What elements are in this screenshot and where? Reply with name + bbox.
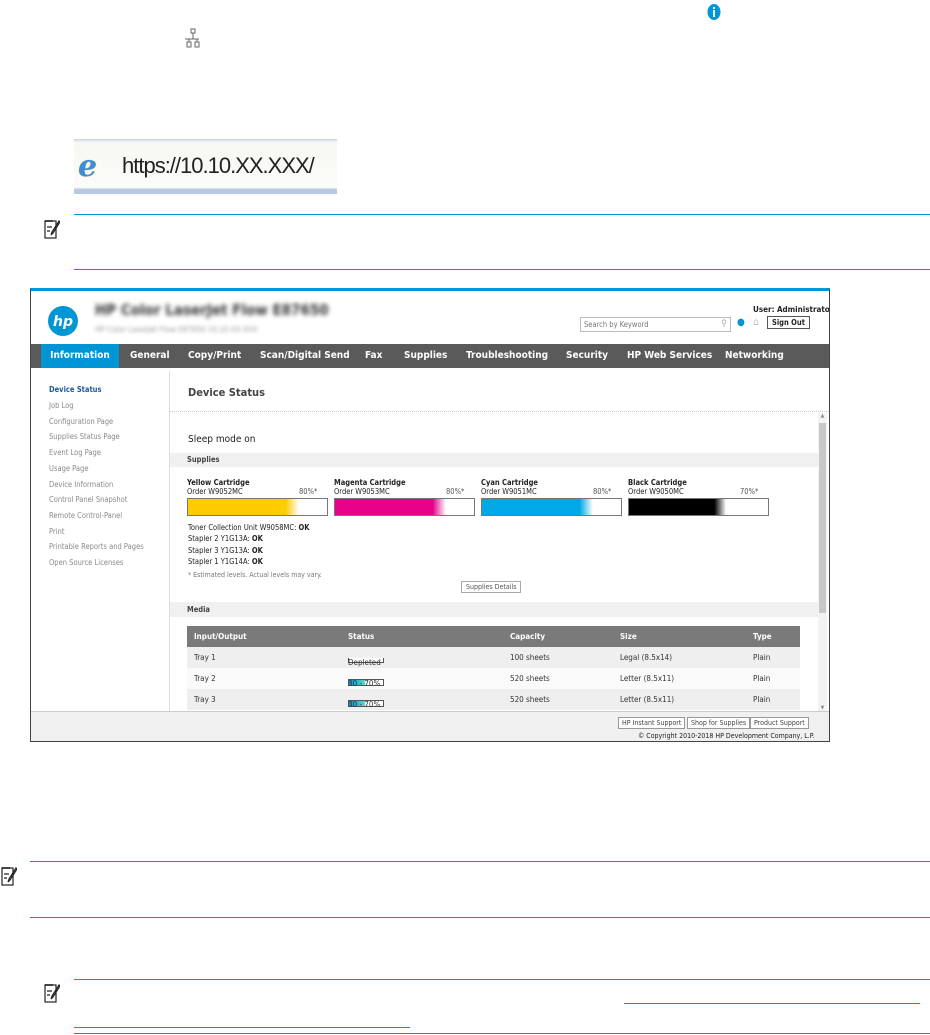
supplies-details-button[interactable]: Supplies Details [461,581,522,593]
cartridge-name: Black Cartridge [628,478,687,487]
media-section-header: Media [170,602,818,617]
media-table: Input/Output Status Capacity Size Type Tray … [187,626,800,710]
sidebar-item-print[interactable]: Print [49,527,65,536]
url-text: https://10.10.XX.XXX/ [122,153,315,178]
browser-address-bar: e https://10.10.XX.XXX/ [74,139,337,194]
ews-screenshot: hp HP Color LaserJet Flow E87650 HP Colo… [30,288,830,742]
user-label: User: Administrator [753,305,830,314]
sidebar-item-usage-page[interactable]: Usage Page [49,464,88,473]
note-icon [44,984,60,1003]
sidebar-item-remote-control-panel[interactable]: Remote Control-Panel [49,511,122,520]
supply-status-line: Stapler 1 Y1G14A: OK [188,556,263,566]
sleep-status: Sleep mode on [188,434,256,445]
svg-text:hp: hp [53,314,73,330]
sidebar-item-device-information[interactable]: Device Information [49,480,113,489]
tab-scan-digital-send[interactable]: Scan/Digital Send [260,344,350,368]
cartridge-level: 80%* [593,487,612,496]
cartridge-order: Order W9050MC [628,487,684,496]
tab-supplies[interactable]: Supplies [404,344,447,368]
tab-fax[interactable]: Fax [365,344,382,368]
tab-general[interactable]: General [130,344,170,368]
tab-information[interactable]: Information [41,344,119,368]
cartridge-name: Cyan Cartridge [481,478,538,487]
hp-instant-support-button[interactable]: HP Instant Support [618,717,686,729]
search-input[interactable]: Search by Keyword ⚲ [580,317,731,332]
cartridge-level-bar [481,498,622,516]
supplies-section-header: Supplies [170,453,818,467]
link-underline[interactable] [74,1027,410,1028]
sidebar-item-configuration-page[interactable]: Configuration Page [49,417,113,426]
product-subtitle: HP Color LaserJet Flow E87650 10.10.XX.X… [95,325,258,334]
table-row: Tray 2 30 - 70% 520 sheets Letter (8.5x1… [187,668,800,689]
info-icon [707,4,721,20]
product-title: HP Color LaserJet Flow E87650 [95,301,329,319]
table-header: Input/Output Status Capacity Size Type [187,626,800,647]
sidebar-item-device-status[interactable]: Device Status [49,385,102,394]
estimate-note: * Estimated levels. Actual levels may va… [188,571,322,579]
sidebar-divider [169,371,170,711]
main-nav: Information General Copy/Print Scan/Digi… [31,344,829,368]
copyright: © Copyright 2010-2018 HP Development Com… [638,732,815,740]
tab-copy-print[interactable]: Copy/Print [188,344,241,368]
supply-status-line: Stapler 3 Y1G13A: OK [188,545,263,555]
note-icon [1,867,17,886]
home-icon[interactable]: ⌂ [753,317,759,328]
cartridge-fill [629,499,727,515]
cartridge-order: Order W9052MC [187,487,243,496]
cartridge-fill [188,499,300,515]
page-title: Device Status [188,386,265,399]
sidebar-item-job-log[interactable]: Job Log [49,401,74,410]
product-support-button[interactable]: Product Support [750,717,809,729]
sidebar-item-control-panel-snapshot[interactable]: Control Panel Snapshot [49,495,127,504]
tab-security[interactable]: Security [566,344,608,368]
shop-for-supplies-button[interactable]: Shop for Supplies [687,717,751,729]
search-icon[interactable]: ⚲ [721,319,727,329]
sign-out-button[interactable]: Sign Out [767,316,810,329]
cartridge-order: Order W9053MC [334,487,390,496]
other-supplies: Toner Collection Unit W9058MC: OK Staple… [188,522,309,567]
tab-networking[interactable]: Networking [725,344,784,368]
cartridge-name: Yellow Cartridge [187,478,250,487]
tab-troubleshooting[interactable]: Troubleshooting [466,344,548,368]
sidebar-item-supplies-status-page[interactable]: Supplies Status Page [49,432,120,441]
cartridge-level-bar [187,498,328,516]
cartridge-level-bar [334,498,475,516]
cartridge-level: 70%* [740,487,759,496]
hp-logo: hp [48,306,78,336]
tab-hp-web-services[interactable]: HP Web Services [627,344,712,368]
cartridge-level: 80%* [299,487,318,496]
cartridge-order: Order W9051MC [481,487,537,496]
note-icon [44,220,60,239]
cartridge-fill [482,499,594,515]
sidebar-item-open-source-licenses[interactable]: Open Source Licenses [49,558,123,567]
table-row: Tray 1 Depleted 100 sheets Legal (8.5x14… [187,647,800,668]
supply-status-line: Stapler 2 Y1G13A: OK [188,534,263,544]
help-icon[interactable]: ● [737,317,745,328]
link-underline[interactable] [624,1003,920,1004]
cartridge-level-bar [628,498,769,516]
cartridge-fill [335,499,447,515]
table-row: Tray 3 30 - 70% 520 sheets Letter (8.5x1… [187,689,800,710]
cartridge-level: 80%* [446,487,465,496]
cartridge-name: Magenta Cartridge [334,478,406,487]
sidebar-item-printable-reports[interactable]: Printable Reports and Pages [49,542,144,551]
supply-status-line: Toner Collection Unit W9058MC: OK [188,523,310,532]
scrollbar-thumb[interactable] [819,423,826,613]
sidebar-item-event-log-page[interactable]: Event Log Page [49,448,101,457]
network-icon [185,28,200,48]
internet-explorer-icon: e [78,149,98,184]
scrollbar[interactable]: ▲ ▼ [818,413,827,711]
